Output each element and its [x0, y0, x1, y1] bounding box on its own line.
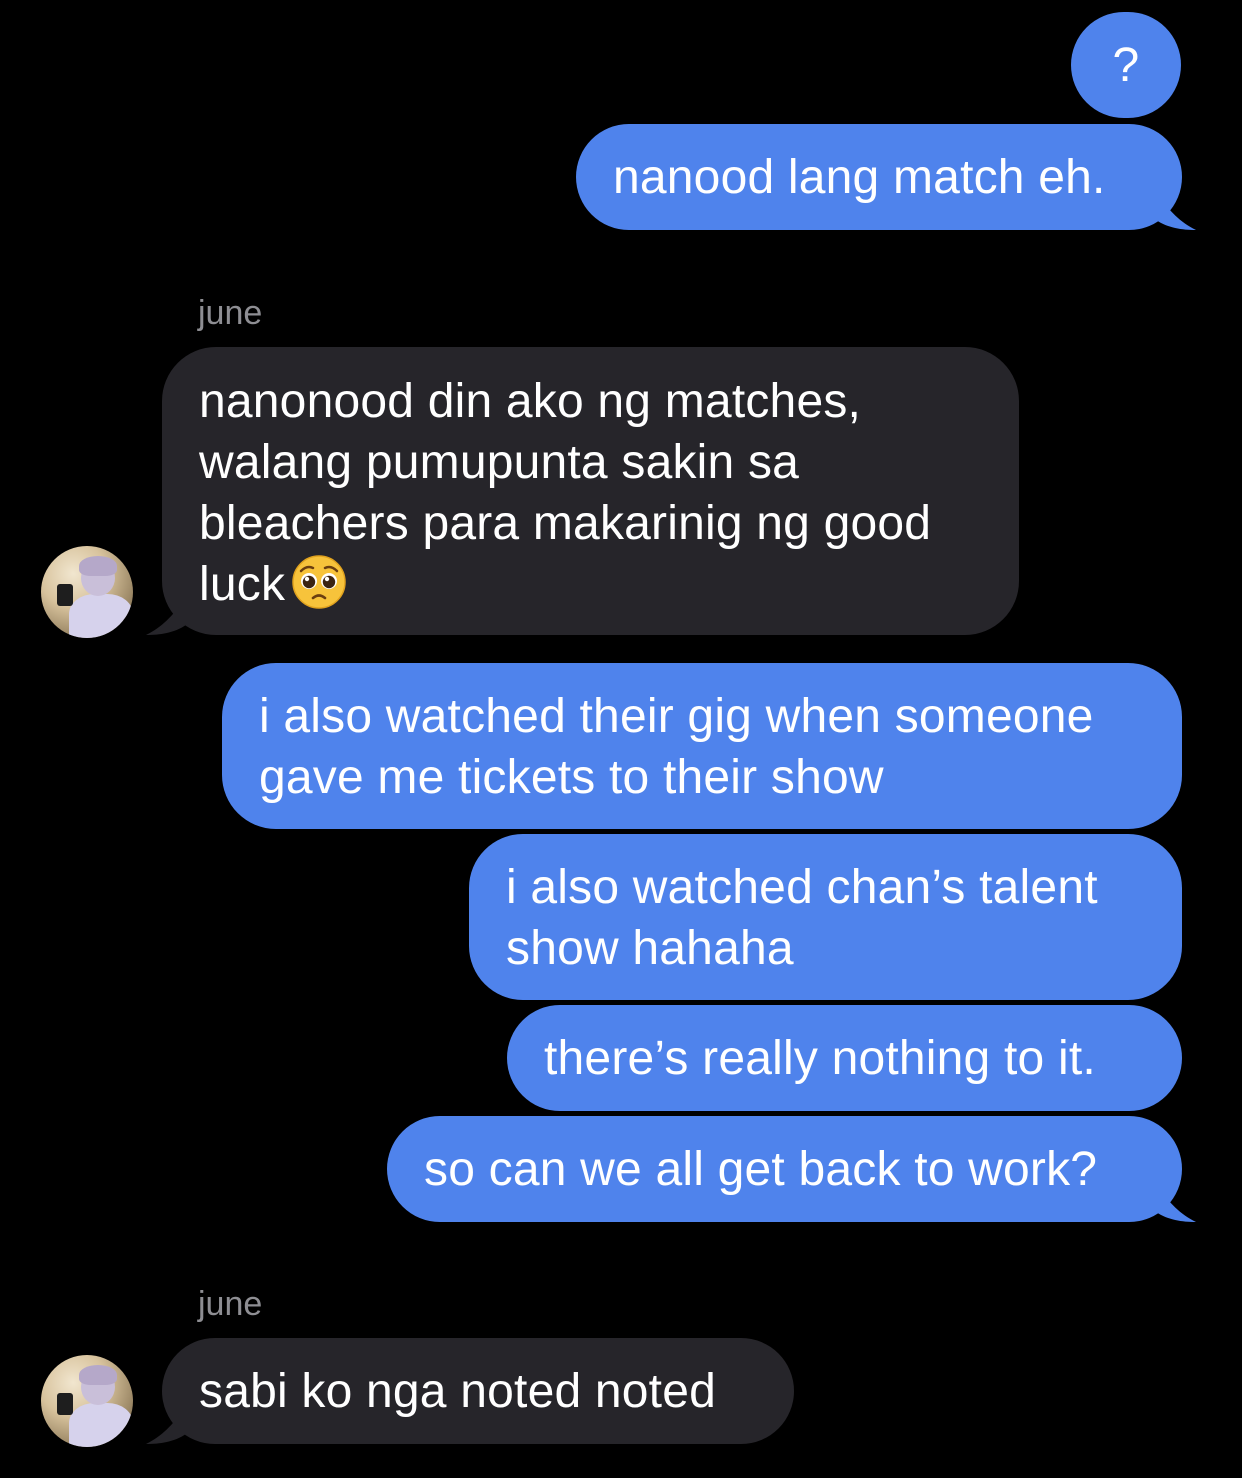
message-line-text: luck [199, 558, 286, 611]
message-bubble-outgoing[interactable]: i also watched chan’s talent show hahaha [469, 834, 1182, 1000]
bubble-tail-incoming [146, 597, 186, 635]
message-text: so can we all get back to work? [424, 1143, 1098, 1196]
bubble-tail-outgoing [1156, 1184, 1196, 1222]
message-bubble-outgoing[interactable]: i also watched their gig when someone ga… [222, 663, 1182, 829]
message-line: nanonood din ako ng matches, [199, 375, 862, 428]
sender-name: june [198, 1285, 263, 1323]
message-text: ? [1112, 39, 1140, 92]
message-line: gave me tickets to their show [259, 751, 884, 804]
message-line: luck [199, 554, 1019, 615]
message-line: walang pumupunta sakin sa [199, 436, 800, 489]
message-bubble-outgoing[interactable]: nanood lang match eh. [576, 124, 1182, 230]
message-line: i also watched their gig when someone [259, 690, 1094, 743]
sender-name: june [198, 294, 263, 332]
message-line: bleachers para makarinig ng good [199, 497, 932, 550]
message-line: show hahaha [506, 922, 794, 975]
message-text: there’s really nothing to it. [544, 1032, 1096, 1085]
message-bubble-incoming[interactable]: nanonood din ako ng matches, walang pumu… [162, 347, 1019, 635]
message-text: sabi ko nga noted noted [199, 1365, 717, 1418]
avatar[interactable] [41, 546, 133, 638]
pleading-face-emoji-icon [292, 555, 346, 609]
message-bubble-outgoing[interactable]: there’s really nothing to it. [507, 1005, 1182, 1111]
bubble-tail-incoming [146, 1406, 186, 1444]
message-bubble-outgoing[interactable]: so can we all get back to work? [387, 1116, 1182, 1222]
avatar[interactable] [41, 1355, 133, 1447]
bubble-tail-outgoing [1156, 192, 1196, 230]
message-bubble-outgoing[interactable]: ? [1071, 12, 1181, 118]
message-line: i also watched chan’s talent [506, 861, 1098, 914]
message-text: nanood lang match eh. [613, 151, 1106, 204]
message-bubble-incoming[interactable]: sabi ko nga noted noted [162, 1338, 794, 1444]
